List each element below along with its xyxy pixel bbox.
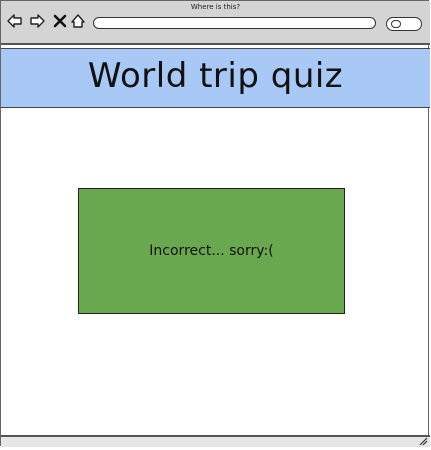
- page-title: World trip quiz: [87, 56, 344, 96]
- browser-toolbar: Where is this?: [1, 1, 430, 45]
- address-bar[interactable]: [93, 17, 376, 29]
- back-arrow-icon[interactable]: [7, 13, 23, 29]
- forward-arrow-icon[interactable]: [29, 13, 45, 29]
- window-title: Where is this?: [190, 3, 241, 11]
- resize-handle-icon[interactable]: [418, 437, 428, 446]
- status-bar: [1, 435, 430, 447]
- search-button[interactable]: [386, 17, 422, 31]
- home-icon[interactable]: [70, 13, 86, 29]
- result-message-box: Incorrect... sorry:(: [78, 188, 345, 314]
- page-header: World trip quiz: [1, 48, 430, 108]
- close-icon[interactable]: [52, 13, 68, 29]
- search-icon: [391, 20, 401, 28]
- browser-window: Where is this? World trip quiz Incorrect…: [0, 0, 430, 447]
- result-message: Incorrect... sorry:(: [149, 243, 274, 259]
